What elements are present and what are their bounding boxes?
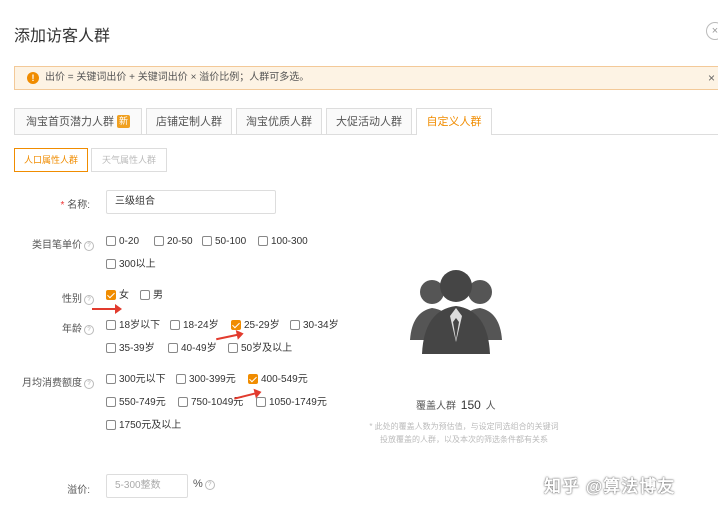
tab-label: 淘宝首页潜力人群: [25, 116, 114, 128]
annotation-arrow: [234, 392, 256, 400]
checkbox-gender-female[interactable]: 女: [106, 290, 129, 302]
checkbox-age-18-24[interactable]: 18-24岁: [170, 320, 219, 332]
checkbox-price-0-20[interactable]: 0-20: [106, 236, 139, 248]
new-badge: 新: [116, 115, 130, 128]
premium-input[interactable]: 5-300整数: [106, 474, 188, 498]
tab-taobao-quality[interactable]: 淘宝优质人群: [236, 108, 322, 134]
annotation-arrow: [92, 304, 122, 314]
dialog-title: 添加访客人群: [14, 28, 111, 45]
watermark: 知乎 @算法博友: [544, 477, 676, 496]
checkbox-age-40-49[interactable]: 40-49岁: [168, 343, 217, 355]
spend-label: 月均消费额度?: [10, 374, 94, 389]
checkbox-price-100-300[interactable]: 100-300: [258, 236, 308, 248]
tab-custom[interactable]: 自定义人群: [416, 108, 492, 135]
checkbox-spend-400-549[interactable]: 400-549元: [248, 374, 308, 386]
checkbox-age-50-plus[interactable]: 50岁及以上: [228, 343, 292, 355]
checkbox-price-300-plus[interactable]: 300以上: [106, 259, 156, 271]
premium-label: 溢价:: [67, 485, 90, 496]
warning-icon: !: [27, 72, 39, 84]
checkbox-price-20-50[interactable]: 20-50: [154, 236, 193, 248]
checkbox-spend-300-399[interactable]: 300-399元: [176, 374, 236, 386]
age-label: 年龄?: [14, 320, 94, 335]
coverage-note: * 此处的覆盖人数为预估值，与设定同选组合的关键词投放覆盖的人群，以及本次的筛选…: [369, 422, 559, 444]
subtab-demographic[interactable]: 人口属性人群: [14, 148, 88, 172]
people-group-icon: [410, 270, 502, 354]
help-icon: ?: [84, 241, 94, 251]
gender-label: 性别?: [14, 290, 94, 305]
close-icon[interactable]: ×: [706, 22, 718, 40]
help-icon: ?: [84, 379, 94, 389]
tab-store-custom[interactable]: 店铺定制人群: [146, 108, 232, 134]
help-icon: ?: [84, 325, 94, 335]
subtab-weather[interactable]: 天气属性人群: [91, 148, 167, 172]
annotation-arrow: [216, 333, 238, 341]
crowd-tabs: 淘宝首页潜力人群新 店铺定制人群 淘宝优质人群 大促活动人群 自定义人群: [14, 108, 718, 135]
checkbox-spend-under-300[interactable]: 300元以下: [106, 374, 166, 386]
name-input[interactable]: 三级组合: [106, 190, 276, 214]
checkbox-price-50-100[interactable]: 50-100: [202, 236, 246, 248]
help-icon: ?: [84, 295, 94, 305]
tab-taobao-potential[interactable]: 淘宝首页潜力人群新: [14, 108, 142, 134]
alert-close-icon[interactable]: ×: [708, 67, 715, 89]
checkbox-spend-1050-1749[interactable]: 1050-1749元: [256, 397, 327, 409]
checkbox-spend-550-749[interactable]: 550-749元: [106, 397, 166, 409]
checkbox-age-35-39[interactable]: 35-39岁: [106, 343, 155, 355]
price-label: 类目笔单价?: [14, 236, 94, 251]
info-alert: ! 出价 = 关键词出价 + 关键词出价 × 溢价比例；人群可多选。 ×: [14, 66, 718, 90]
percent-unit: %?: [193, 478, 215, 490]
alert-text: 出价 = 关键词出价 + 关键词出价 × 溢价比例；人群可多选。: [45, 72, 310, 83]
name-label: * 名称:: [60, 200, 90, 211]
checkbox-age-30-34[interactable]: 30-34岁: [290, 320, 339, 332]
checkbox-spend-1750-plus[interactable]: 1750元及以上: [106, 420, 181, 432]
coverage-count: 覆盖人群 150 人: [416, 398, 496, 412]
tab-promo-activity[interactable]: 大促活动人群: [326, 108, 412, 134]
checkbox-gender-male[interactable]: 男: [140, 290, 163, 302]
help-icon: ?: [204, 480, 215, 490]
checkbox-age-under-18[interactable]: 18岁以下: [106, 320, 160, 332]
